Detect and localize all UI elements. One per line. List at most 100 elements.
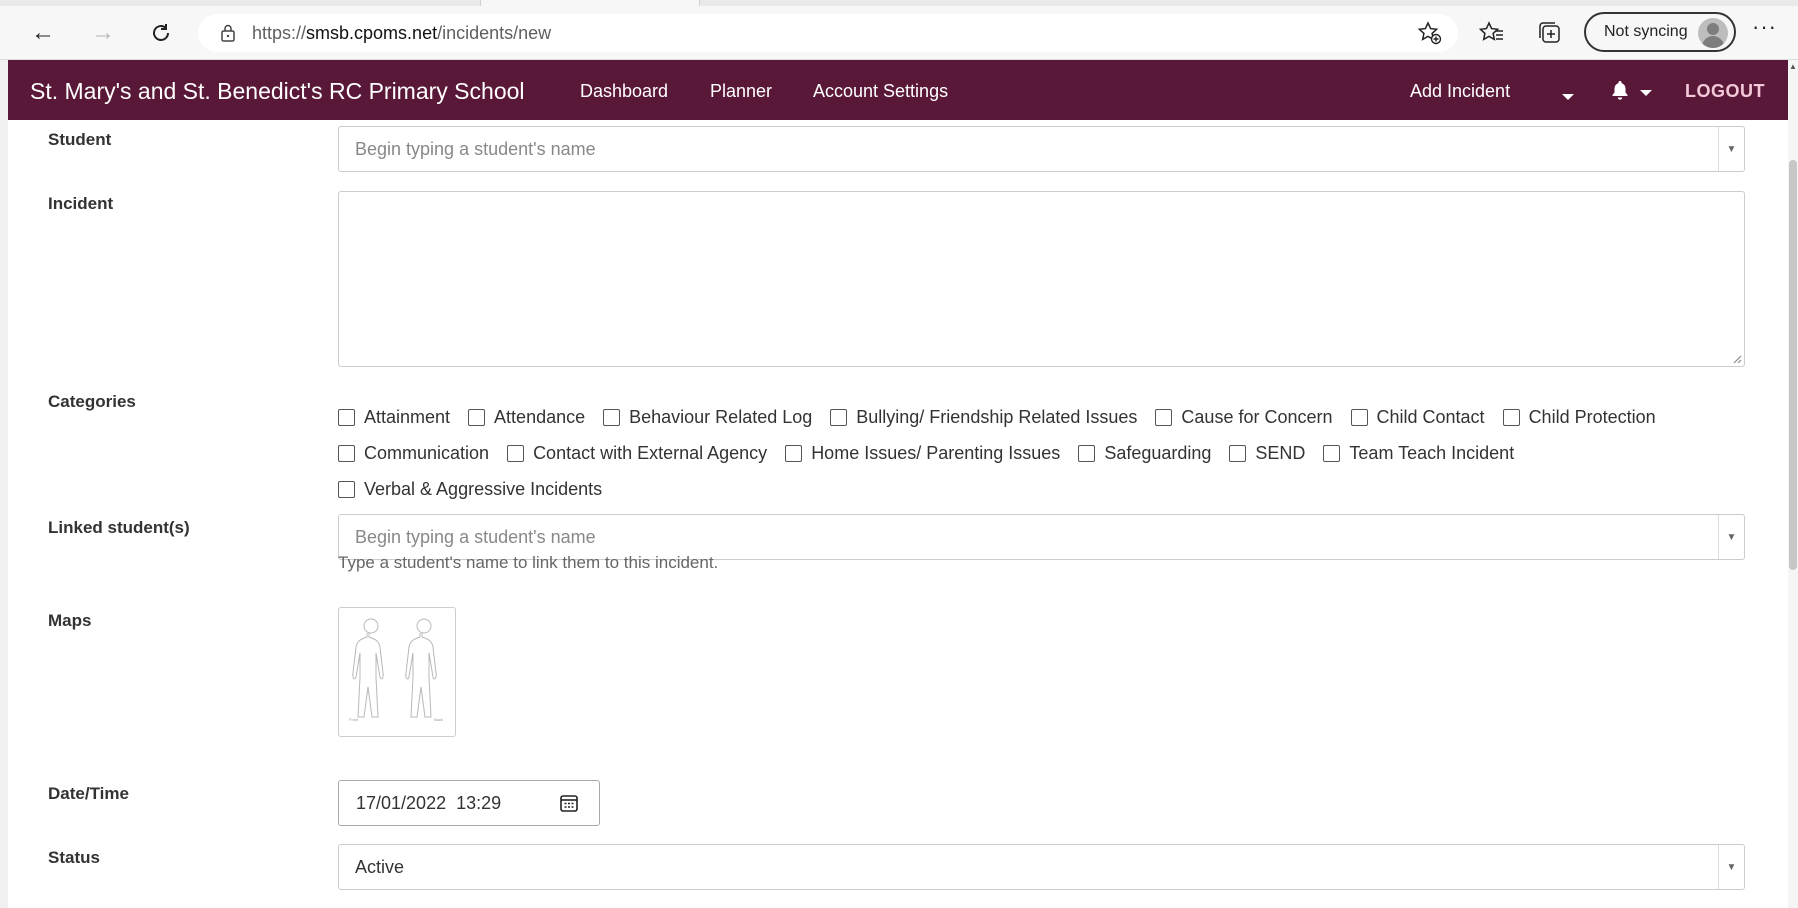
datetime-input[interactable]: 17/01/2022 13:29 xyxy=(338,780,600,826)
url-host: smsb.cpoms.net xyxy=(306,22,438,43)
checkbox[interactable] xyxy=(1502,408,1520,426)
student-placeholder: Begin typing a student's name xyxy=(355,138,596,159)
category-safeguarding[interactable]: Safeguarding xyxy=(1078,443,1211,464)
nav-dashboard[interactable]: Dashboard xyxy=(580,81,668,102)
lock-icon[interactable] xyxy=(218,23,238,43)
category-attendance[interactable]: Attendance xyxy=(468,407,585,428)
profile-avatar-icon xyxy=(1698,18,1728,48)
checkbox[interactable] xyxy=(507,444,525,462)
favorites-icon[interactable] xyxy=(1476,17,1508,49)
categories-row: Verbal & Aggressive Incidents xyxy=(338,471,1758,507)
status-select[interactable]: Active ▼ xyxy=(338,844,1745,890)
active-tab[interactable] xyxy=(480,0,700,6)
svg-text:Back: Back xyxy=(434,717,443,722)
category-label: Child Protection xyxy=(1528,406,1656,427)
checkbox[interactable] xyxy=(1350,408,1368,426)
back-arrow-icon[interactable]: ← xyxy=(26,16,60,50)
checkbox[interactable] xyxy=(785,444,803,462)
category-child-protection[interactable]: Child Protection xyxy=(1502,406,1656,428)
calendar-icon[interactable] xyxy=(559,793,579,813)
forward-arrow-icon[interactable]: → xyxy=(86,16,120,50)
category-behaviour-related-log[interactable]: Behaviour Related Log xyxy=(603,407,812,428)
checkbox[interactable] xyxy=(1078,444,1096,462)
tab-strip xyxy=(0,0,1798,6)
category-verbal-aggressive[interactable]: Verbal & Aggressive Incidents xyxy=(338,479,602,500)
status-label: Status xyxy=(48,848,100,867)
category-cause-for-concern[interactable]: Cause for Concern xyxy=(1155,406,1333,428)
checkbox[interactable] xyxy=(338,480,355,498)
nav-account-settings[interactable]: Account Settings xyxy=(813,81,948,102)
body-map-thumbnail[interactable]: Front Back xyxy=(338,607,456,737)
add-favorite-icon[interactable] xyxy=(1414,17,1446,49)
category-label: Bullying/ Friendship Related Issues xyxy=(856,406,1138,427)
resize-grip-icon[interactable] xyxy=(1730,352,1742,364)
category-bullying-friendship[interactable]: Bullying/ Friendship Related Issues xyxy=(830,407,1137,428)
reload-icon[interactable] xyxy=(144,16,178,50)
category-communication[interactable]: Communication xyxy=(338,443,489,464)
incident-label: Incident xyxy=(48,194,114,213)
categories-group: Attainment Attendance Behaviour Related … xyxy=(338,399,1758,507)
top-navbar: St. Mary's and St. Benedict's RC Primary… xyxy=(8,60,1788,120)
category-label: Behaviour Related Log xyxy=(629,406,813,427)
notifications-dropdown[interactable] xyxy=(1611,80,1653,105)
category-send[interactable]: SEND xyxy=(1229,443,1305,464)
datetime-value: 17/01/2022 13:29 xyxy=(356,792,502,813)
category-team-teach-incident[interactable]: Team Teach Incident xyxy=(1323,443,1514,464)
status-value: Active xyxy=(355,856,405,877)
category-label: Home Issues/ Parenting Issues xyxy=(811,442,1061,463)
category-label: Cause for Concern xyxy=(1181,406,1333,427)
category-label: Communication xyxy=(364,442,490,463)
category-child-contact[interactable]: Child Contact xyxy=(1350,406,1485,428)
chevron-down-icon xyxy=(1562,94,1574,101)
sync-label: Not syncing xyxy=(1604,23,1688,40)
categories-row: Attainment Attendance Behaviour Related … xyxy=(338,399,1758,435)
body-map-icon: Front Back xyxy=(349,618,443,722)
add-incident-link[interactable]: Add Incident xyxy=(1410,81,1510,102)
category-label: Child Contact xyxy=(1376,406,1485,427)
checkbox[interactable] xyxy=(830,408,848,426)
category-home-issues[interactable]: Home Issues/ Parenting Issues xyxy=(785,443,1060,464)
collections-icon[interactable] xyxy=(1534,17,1566,49)
add-incident-dropdown[interactable] xyxy=(1562,86,1574,107)
nav-planner[interactable]: Planner xyxy=(710,81,772,102)
app-frame: St. Mary's and St. Benedict's RC Primary… xyxy=(8,60,1788,908)
dropdown-arrow-icon[interactable]: ▼ xyxy=(1718,515,1744,559)
category-label: Safeguarding xyxy=(1104,442,1212,463)
svg-text:Front: Front xyxy=(349,717,359,722)
category-label: Attainment xyxy=(364,406,451,427)
checkbox[interactable] xyxy=(603,408,621,426)
checkbox[interactable] xyxy=(1323,444,1341,462)
linked-students-label: Linked student(s) xyxy=(48,518,190,537)
checkbox[interactable] xyxy=(468,408,486,426)
incident-textarea[interactable] xyxy=(338,191,1745,367)
category-label: Contact with External Agency xyxy=(533,442,768,463)
checkbox[interactable] xyxy=(1229,444,1247,462)
browser-toolbar: ← → https://smsb.cpoms.net/incidents/new… xyxy=(0,0,1798,60)
checkbox[interactable] xyxy=(338,444,355,462)
category-label: SEND xyxy=(1255,442,1306,463)
scroll-up-arrow-icon[interactable]: ▲ xyxy=(1788,62,1798,72)
url-path: /incidents/new xyxy=(437,22,552,43)
dropdown-arrow-icon[interactable]: ▼ xyxy=(1718,127,1744,171)
url-scheme: https:// xyxy=(252,22,307,43)
datetime-label: Date/Time xyxy=(48,784,129,803)
more-menu-icon[interactable]: ··· xyxy=(1752,14,1777,40)
student-label: Student xyxy=(48,130,112,149)
sync-button[interactable]: Not syncing xyxy=(1584,12,1736,52)
category-attainment[interactable]: Attainment xyxy=(338,407,450,428)
linked-students-placeholder: Begin typing a student's name xyxy=(355,526,596,547)
category-contact-external-agency[interactable]: Contact with External Agency xyxy=(507,443,767,464)
maps-label: Maps xyxy=(48,611,92,630)
category-label: Verbal & Aggressive Incidents xyxy=(364,478,603,499)
category-label: Team Teach Incident xyxy=(1349,442,1515,463)
checkbox[interactable] xyxy=(338,408,355,426)
school-brand[interactable]: St. Mary's and St. Benedict's RC Primary… xyxy=(30,78,525,105)
checkbox[interactable] xyxy=(1155,408,1173,426)
scrollbar-thumb[interactable] xyxy=(1789,160,1797,570)
logout-link[interactable]: LOGOUT xyxy=(1685,81,1765,102)
student-select[interactable]: Begin typing a student's name ▼ xyxy=(338,126,1745,172)
categories-label: Categories xyxy=(48,392,136,411)
address-bar[interactable]: https://smsb.cpoms.net/incidents/new xyxy=(198,14,1458,52)
chevron-down-icon xyxy=(1640,89,1653,96)
dropdown-arrow-icon[interactable]: ▼ xyxy=(1718,845,1744,889)
